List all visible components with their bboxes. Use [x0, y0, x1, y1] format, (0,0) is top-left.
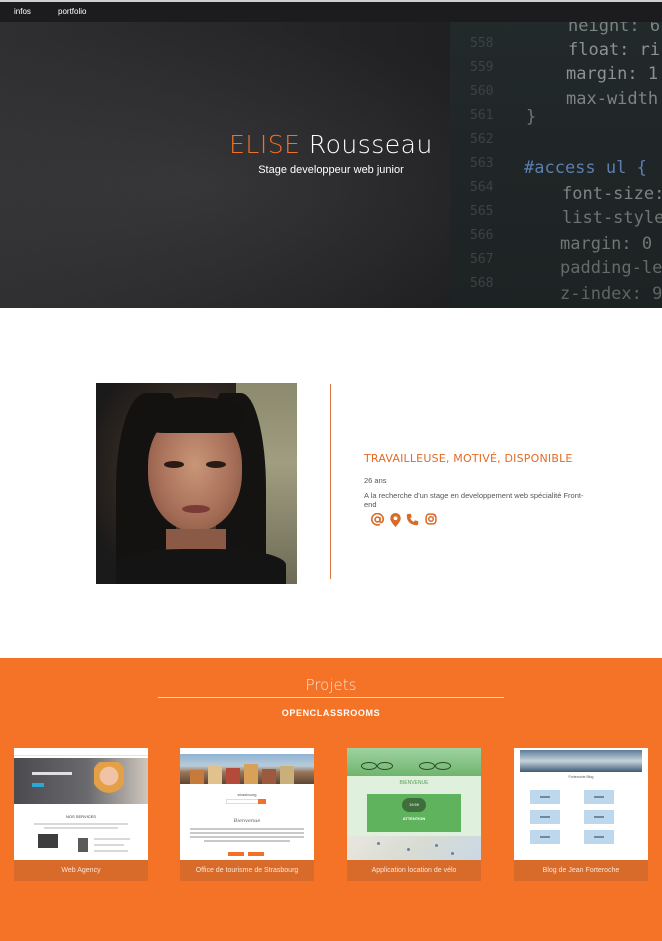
- code-line: }: [526, 107, 537, 127]
- gutter-number: 559: [470, 60, 494, 75]
- projects-section: Projets OPENCLASSROOMS NOS SERVICES Web …: [0, 658, 662, 941]
- projects-divider: [158, 697, 504, 698]
- project-thumbnail: NOS SERVICES: [14, 748, 148, 860]
- top-navigation: infos portfolio: [0, 0, 662, 22]
- code-line: list-style: [562, 208, 662, 228]
- projects-title: Projets: [305, 676, 357, 694]
- gutter-number: 565: [470, 204, 494, 219]
- nav-link-portfolio[interactable]: portfolio: [58, 7, 86, 16]
- hero-banner: 558 559 560 561 562 563 564 565 566 567 …: [0, 0, 662, 308]
- project-card-bike-rental[interactable]: BIENVENUE 19:59 ATTENTION Application lo…: [347, 748, 481, 881]
- project-card-tourism[interactable]: strasbourg Bienvenue Office de tourisme …: [180, 748, 314, 881]
- code-line: margin: 1: [566, 64, 659, 84]
- project-caption: Web Agency: [14, 860, 148, 881]
- gutter-number: 566: [470, 228, 494, 243]
- profile-description: A la recherche d'un stage en developpeme…: [364, 491, 584, 509]
- gutter-number: 560: [470, 84, 494, 99]
- thumb-title: Forteroche Blog: [568, 775, 594, 779]
- code-line: font-size:: [562, 184, 662, 204]
- hero-subtitle: Stage developpeur web junior: [258, 164, 404, 176]
- profile-tagline: TRAVAILLEUSE, MOTIVÉ, DISPONIBLE: [364, 452, 573, 465]
- thumb-logo: strasbourg: [237, 792, 257, 797]
- project-card-blog[interactable]: Forteroche Blog Blog de Jean Forteroche: [514, 748, 648, 881]
- project-caption: Office de tourisme de Strasbourg: [180, 860, 314, 881]
- hero-name: ELISE Rousseau: [0, 130, 662, 159]
- nav-link-infos[interactable]: infos: [14, 7, 31, 16]
- first-name: ELISE: [229, 130, 301, 159]
- gutter-number: 561: [470, 108, 494, 123]
- openclassrooms-logo: OPENCLASSROOMS: [281, 708, 381, 718]
- project-card-web-agency[interactable]: NOS SERVICES Web Agency: [14, 748, 148, 881]
- location-pin-icon[interactable]: [388, 513, 402, 527]
- project-caption: Blog de Jean Forteroche: [514, 860, 648, 881]
- profile-divider: [330, 384, 331, 579]
- code-line: padding-le: [560, 258, 662, 278]
- code-line: z-index: 9: [560, 284, 662, 304]
- gutter-number: 564: [470, 180, 494, 195]
- project-caption: Application location de vélo: [347, 860, 481, 881]
- code-line: margin: 0: [560, 234, 653, 254]
- thumb-welcome: Bienvenue: [233, 818, 261, 824]
- profile-photo: [96, 383, 297, 584]
- at-icon[interactable]: [370, 512, 384, 527]
- thumb-alert: ATTENTION: [402, 816, 426, 821]
- gutter-number: 567: [470, 252, 494, 267]
- project-thumbnail: Forteroche Blog: [514, 748, 648, 860]
- project-thumbnail: strasbourg Bienvenue: [180, 748, 314, 860]
- last-name: Rousseau: [308, 130, 433, 159]
- instagram-icon[interactable]: [424, 513, 438, 527]
- thumb-title: NOS SERVICES: [66, 814, 96, 819]
- code-line: max-width: [566, 89, 659, 109]
- code-line: float: ri: [568, 40, 661, 60]
- profile-age: 26 ans: [364, 476, 387, 485]
- project-thumbnail: BIENVENUE 19:59 ATTENTION: [347, 748, 481, 860]
- thumb-clock: 19:59: [402, 798, 426, 812]
- thumb-welcome: BIENVENUE: [399, 780, 429, 786]
- gutter-number: 568: [470, 276, 494, 291]
- gutter-number: 558: [470, 36, 494, 51]
- phone-icon[interactable]: [405, 513, 419, 527]
